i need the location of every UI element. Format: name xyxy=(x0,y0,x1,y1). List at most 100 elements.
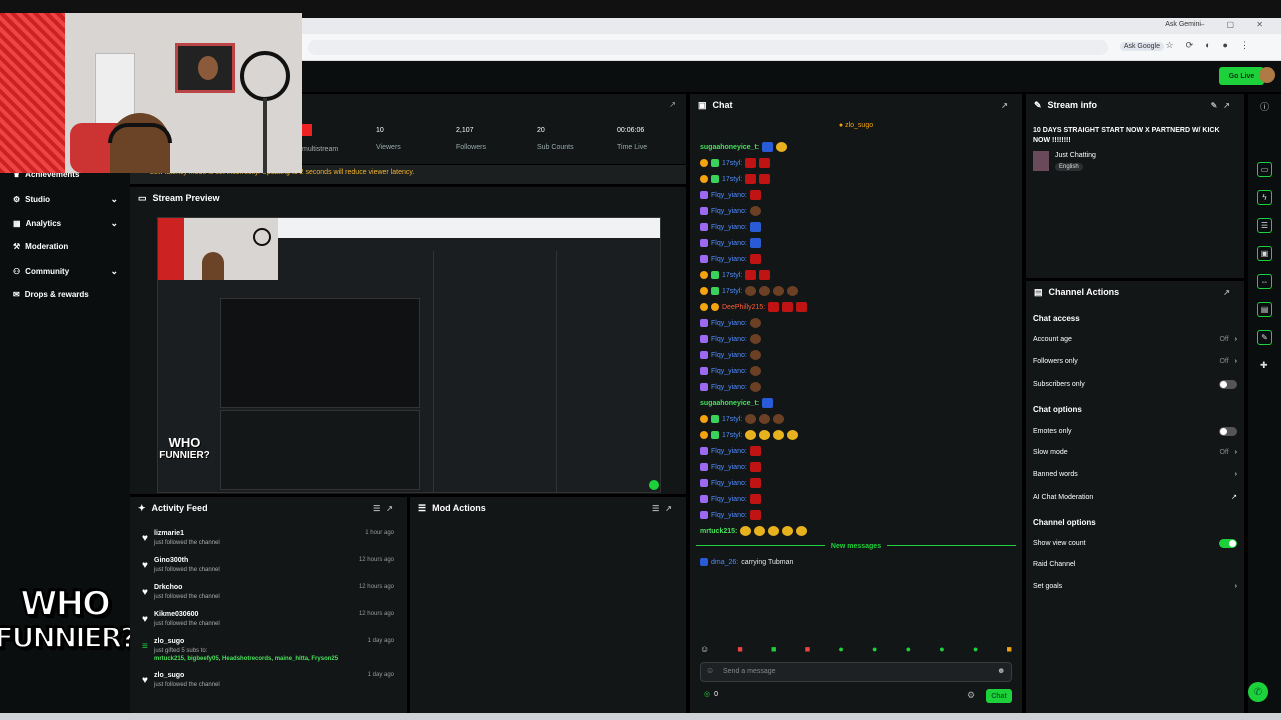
account-age-row[interactable]: Account age Off › xyxy=(1033,336,1237,343)
chat-username[interactable]: Flqy_yiano: xyxy=(711,256,747,263)
gift-recipients: mrtuck215, bigbeefy05, Headshotrecords, … xyxy=(154,656,339,662)
mod-actions-header: ☰ Mod Actions ☰↗ xyxy=(418,502,678,514)
popout-icon[interactable]: ↗ xyxy=(669,100,676,109)
sidebar-item-drops[interactable]: ✉ Drops & rewards xyxy=(13,290,118,299)
avatar[interactable] xyxy=(1259,67,1275,83)
chat-header: ▣ Chat ↗ xyxy=(698,99,1014,111)
chat-username[interactable]: Flqy_yiano: xyxy=(711,192,747,199)
chat-username[interactable]: Flqy_yiano: xyxy=(711,240,747,247)
chevron-down-icon: ⌄ xyxy=(110,194,118,204)
chat-username[interactable]: Flqy_yiano: xyxy=(711,512,747,519)
chat-username[interactable]: Flqy_yiano: xyxy=(711,448,747,455)
emote-icon: ● xyxy=(838,644,844,654)
emote-icon xyxy=(768,526,780,536)
rail-list-icon[interactable]: ☰ xyxy=(1257,218,1272,233)
popout-icon[interactable]: ↗ xyxy=(1001,101,1014,110)
popout-icon[interactable]: ↗ xyxy=(1223,288,1236,297)
sidebar-item-studio[interactable]: ⚙ Studio ⌄ xyxy=(13,194,118,205)
chat-username[interactable]: 17styl: xyxy=(722,160,742,167)
chat-username[interactable]: sugaahoneyice_t: xyxy=(700,400,759,407)
emotes-only-toggle[interactable] xyxy=(1219,427,1237,436)
activity-time: 12 hours ago xyxy=(358,557,394,563)
browser-toolbar-icons[interactable]: ☆⟳◐●⋮ xyxy=(1166,40,1261,51)
go-live-button[interactable]: Go Live xyxy=(1219,67,1264,85)
raid-channel-row[interactable]: Raid Channel xyxy=(1033,561,1237,568)
chat-username[interactable]: Flqy_yiano: xyxy=(711,496,747,503)
stream-title: 10 DAYS STRAIGHT START NOW X PARTNERD W/… xyxy=(1033,127,1220,144)
sidebar-item-moderation[interactable]: ⚒ Moderation xyxy=(13,242,118,251)
chat-input[interactable]: Send a message xyxy=(700,662,1012,682)
rail-chat-icon[interactable]: ▭ xyxy=(1257,162,1272,177)
chat-username[interactable]: Flqy_yiano: xyxy=(711,464,747,471)
chat-username[interactable]: Flqy_yiano: xyxy=(711,480,747,487)
chat-username[interactable]: Flqy_yiano: xyxy=(711,320,747,327)
activity-user[interactable]: Kikme030600 xyxy=(154,611,198,618)
emote-picker-icon[interactable]: ☻ xyxy=(997,666,1005,675)
settings-icon[interactable]: ⚙ xyxy=(967,690,975,701)
help-chat-icon[interactable]: ✆ xyxy=(1248,682,1268,702)
stat-viewers: 10 Viewers xyxy=(376,127,401,151)
address-field[interactable] xyxy=(308,40,1108,55)
ask-google-button[interactable]: Ask Google xyxy=(1119,42,1164,51)
activity-user[interactable]: Drkchoo xyxy=(154,584,182,591)
new-messages-label[interactable]: New messages xyxy=(824,543,888,550)
chat-username[interactable]: Flqy_yiano: xyxy=(711,224,747,231)
chat-message: 17styl: xyxy=(700,173,771,185)
activity-time: 1 day ago xyxy=(367,638,394,644)
rail-monitor-icon[interactable]: ▣ xyxy=(1257,246,1272,261)
followers-only-row[interactable]: Followers only Off › xyxy=(1033,358,1237,365)
emote-icon xyxy=(776,142,788,152)
chat-username[interactable]: Flqy_yiano: xyxy=(711,336,747,343)
chat-username[interactable]: 17styl: xyxy=(722,272,742,279)
rail-storage-icon[interactable]: ▤ xyxy=(1257,302,1272,317)
window-controls[interactable]: – ▢ ✕ xyxy=(1200,20,1273,29)
chat-username[interactable]: Flqy_yiano: xyxy=(711,208,747,215)
filter-icon[interactable]: ☰↗ xyxy=(652,504,678,513)
ask-gemini-button[interactable]: Ask Gemini xyxy=(1165,21,1201,28)
chat-message: Flqy_yiano: xyxy=(700,349,761,361)
chat-username[interactable]: 17styl: xyxy=(722,176,742,183)
activity-user[interactable]: Gino300th xyxy=(154,557,188,564)
rail-bolt-icon[interactable]: ϟ xyxy=(1257,190,1272,205)
emoji-icon[interactable]: ☺ xyxy=(706,666,714,675)
pinned-user[interactable]: ● zlo_sugo xyxy=(690,122,1022,129)
rail-edit-icon[interactable]: ✎ xyxy=(1257,330,1272,345)
ai-moderation-row[interactable]: AI Chat Moderation ↗ xyxy=(1033,493,1237,502)
activity-user[interactable]: zlo_sugo xyxy=(154,672,184,679)
emote-icon xyxy=(759,414,771,424)
edit-popout-icons[interactable]: ✎↗ xyxy=(1211,101,1236,110)
chat-send-button[interactable]: Chat xyxy=(986,689,1012,703)
chat-username[interactable]: DeePhilly215: xyxy=(722,304,765,311)
emote-icon: ● xyxy=(871,644,878,654)
chat-message: Flqy_yiano: xyxy=(700,509,761,521)
sidebar-item-community[interactable]: ⚇ Community ⌄ xyxy=(13,266,118,277)
emote-bar[interactable]: ☺ ■ ■ ■ ● ● ● ● ● ■ xyxy=(700,644,1012,654)
chat-username[interactable]: Flqy_yiano: xyxy=(711,352,747,359)
emote-icon xyxy=(762,142,774,152)
chat-username[interactable]: mrtuck215: xyxy=(700,528,737,535)
activity-user[interactable]: lizmarie1 xyxy=(154,530,184,537)
analytics-icon: ▦ xyxy=(13,219,21,228)
chat-username[interactable]: 17styl: xyxy=(722,416,742,423)
chat-username[interactable]: Flqy_yiano: xyxy=(711,368,747,375)
subscribers-only-toggle[interactable] xyxy=(1219,380,1237,389)
chat-username[interactable]: sugaahoneyice_t: xyxy=(700,144,759,151)
plugin-icon[interactable]: ✚ xyxy=(1260,360,1268,371)
activity-time: 12 hours ago xyxy=(358,611,394,617)
slow-mode-row[interactable]: Slow mode Off › xyxy=(1033,449,1237,456)
info-icon[interactable]: ⓘ xyxy=(1260,100,1269,113)
set-goals-row[interactable]: Set goals › xyxy=(1033,583,1237,590)
activity-user[interactable]: zlo_sugo xyxy=(154,638,184,645)
activity-text: just followed the channel xyxy=(154,594,220,600)
filter-icon[interactable]: ☰↗ xyxy=(373,504,399,513)
preview-help-icon xyxy=(649,480,659,490)
category-name[interactable]: Just Chatting xyxy=(1055,152,1096,159)
sidebar-item-analytics[interactable]: ▦ Analytics ⌄ xyxy=(13,218,118,229)
stream-preview-video[interactable]: WHO FUNNIER? xyxy=(157,217,661,493)
chat-username[interactable]: 17styl: xyxy=(722,432,742,439)
rail-expand-icon[interactable]: ⇔ xyxy=(1257,274,1272,289)
show-view-count-toggle[interactable] xyxy=(1219,539,1237,548)
chat-username[interactable]: 17styl: xyxy=(722,288,742,295)
chat-username[interactable]: Flqy_yiano: xyxy=(711,384,747,391)
banned-words-row[interactable]: Banned words › xyxy=(1033,471,1237,478)
